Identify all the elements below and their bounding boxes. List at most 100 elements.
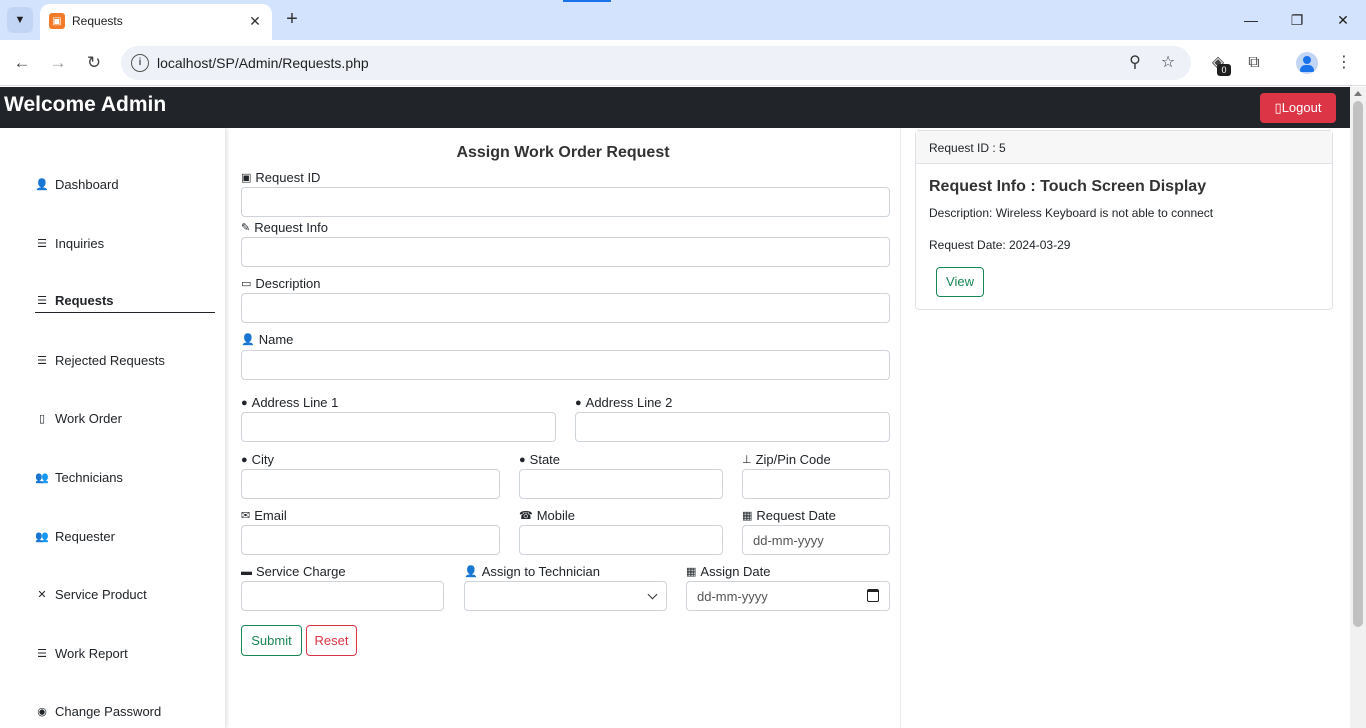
pencil-icon: ✎ bbox=[241, 222, 251, 234]
back-icon[interactable]: ← bbox=[10, 51, 34, 75]
sidebar-item-label: Requests bbox=[55, 293, 114, 308]
thumbtack-icon: ⊥ bbox=[742, 454, 752, 466]
sidebar-item-label: Service Product bbox=[55, 586, 147, 602]
card-title: Request Info : Touch Screen Display bbox=[929, 178, 1207, 195]
page-scrollbar[interactable] bbox=[1350, 87, 1366, 728]
tab-search-icon[interactable]: ▼ bbox=[7, 7, 33, 33]
mobile-input[interactable] bbox=[519, 525, 723, 555]
request-id-label: ▣ Request ID bbox=[241, 170, 321, 185]
name-input[interactable] bbox=[241, 350, 890, 380]
users-icon: 👥 bbox=[35, 471, 49, 484]
favicon-icon: ▣ bbox=[49, 13, 65, 29]
address-bar[interactable]: i localhost/SP/Admin/Requests.php ⚲ ☆ bbox=[121, 46, 1191, 80]
sidebar-item-dashboard[interactable]: 👤 Dashboard bbox=[35, 172, 215, 196]
new-tab-icon[interactable]: + bbox=[282, 8, 302, 30]
sidebar-item-label: Work Order bbox=[55, 410, 122, 426]
view-button[interactable]: View bbox=[936, 267, 984, 297]
map-marker-icon: ● bbox=[575, 396, 582, 409]
card-description: Description: Wireless Keyboard is not ab… bbox=[929, 206, 1214, 220]
menu-icon[interactable]: ⋮ bbox=[1332, 51, 1356, 75]
window-close-icon[interactable]: ✕ bbox=[1328, 8, 1358, 32]
sidebar-item-inquiries[interactable]: ☰ Inquiries bbox=[35, 231, 215, 255]
technician-select[interactable] bbox=[464, 581, 667, 611]
address1-label: ● Address Line 1 bbox=[241, 395, 339, 410]
submit-button[interactable]: Submit bbox=[241, 625, 302, 656]
sidebar-item-label: Dashboard bbox=[55, 176, 119, 192]
address1-input[interactable] bbox=[241, 412, 556, 442]
close-icon[interactable]: ✕ bbox=[246, 12, 264, 30]
user-icon: 👤 bbox=[241, 334, 255, 346]
zoom-icon[interactable]: ⚲ bbox=[1124, 52, 1146, 74]
assign-form: Assign Work Order Request ▣ Request ID ✎ R… bbox=[225, 128, 901, 728]
card-header: Request ID : 5 bbox=[916, 131, 1332, 164]
assign-date-label: ▦ Assign Date bbox=[686, 564, 771, 579]
envelope-icon: ✉ bbox=[241, 510, 251, 522]
user-icon: 👤 bbox=[35, 178, 49, 191]
logout-button[interactable]: ▯Logout bbox=[1260, 93, 1336, 123]
technician-label: 👤 Assign to Technician bbox=[464, 564, 600, 579]
calendar-picker-icon[interactable] bbox=[867, 589, 879, 602]
top-navbar: Welcome Admin ▯Logout bbox=[0, 87, 1350, 128]
description-input[interactable] bbox=[241, 293, 890, 323]
site-info-icon[interactable]: i bbox=[131, 54, 149, 72]
extension-badge: 0 bbox=[1217, 64, 1231, 76]
bookmark-star-icon[interactable]: ☆ bbox=[1157, 52, 1179, 74]
minimize-icon[interactable]: — bbox=[1236, 8, 1266, 32]
user-icon: 👤 bbox=[464, 566, 478, 578]
email-input[interactable] bbox=[241, 525, 500, 555]
calendar-icon: ▦ bbox=[742, 510, 753, 522]
sidebar-item-service-product[interactable]: ✕ Service Product bbox=[35, 582, 215, 606]
reset-button[interactable]: Reset bbox=[306, 625, 357, 656]
state-input[interactable] bbox=[519, 469, 723, 499]
scroll-up-icon[interactable] bbox=[1354, 91, 1362, 96]
sidebar-item-label: Work Report bbox=[55, 645, 128, 661]
assign-date-input[interactable]: dd-mm-yyyy bbox=[686, 581, 890, 611]
sidebar-item-work-report[interactable]: ☰ Work Report bbox=[35, 641, 215, 665]
description-label: ▭ Description bbox=[241, 276, 321, 291]
name-label: 👤 Name bbox=[241, 332, 294, 347]
sidebar-item-work-order[interactable]: ▯ Work Order bbox=[35, 406, 215, 430]
logout-icon: ▯ bbox=[1274, 100, 1282, 115]
sidebar-item-rejected-requests[interactable]: ☰ Rejected Requests bbox=[35, 348, 215, 372]
sidebar-item-label: Technicians bbox=[55, 469, 123, 485]
request-id-input[interactable] bbox=[241, 187, 890, 217]
user-group-icon: 👥 bbox=[35, 530, 49, 543]
url-text[interactable]: localhost/SP/Admin/Requests.php bbox=[157, 55, 369, 71]
tab-strip-indicator bbox=[563, 0, 611, 2]
puzzle-icon[interactable]: ⧉ bbox=[1242, 51, 1266, 75]
clipboard-icon: ▯ bbox=[38, 412, 46, 425]
forward-icon[interactable]: → bbox=[46, 51, 70, 75]
sidebar-item-change-password[interactable]: ◉ Change Password bbox=[35, 699, 215, 723]
service-charge-input[interactable] bbox=[241, 581, 444, 611]
request-date-input[interactable]: dd-mm-yyyy bbox=[742, 525, 890, 555]
scrollbar-thumb[interactable] bbox=[1353, 101, 1363, 627]
profile-icon[interactable] bbox=[1296, 52, 1318, 74]
sidebar-item-technicians[interactable]: 👥 Technicians bbox=[35, 465, 215, 489]
service-charge-label: ▬ Service Charge bbox=[241, 564, 346, 579]
comment-icon: ▭ bbox=[241, 278, 252, 290]
phone-icon: ☎ bbox=[519, 510, 533, 522]
sidebar-item-label: Rejected Requests bbox=[55, 352, 165, 368]
tab-title: Requests bbox=[72, 14, 123, 28]
state-label: ● State bbox=[519, 452, 561, 467]
request-date-label: ▦ Request Date bbox=[742, 508, 836, 523]
calendar-icon: ▦ bbox=[686, 566, 697, 578]
address2-input[interactable] bbox=[575, 412, 890, 442]
sidebar-item-requester[interactable]: 👥 Requester bbox=[35, 524, 215, 548]
browser-tab[interactable]: ▣ Requests ✕ bbox=[40, 4, 272, 40]
card-request-date: Request Date: 2024-03-29 bbox=[929, 238, 1071, 252]
assign-date-value: dd-mm-yyyy bbox=[697, 588, 768, 604]
map-marker-icon: ● bbox=[241, 396, 248, 409]
request-info-input[interactable] bbox=[241, 237, 890, 267]
reload-icon[interactable]: ↻ bbox=[82, 51, 106, 75]
zip-input[interactable] bbox=[742, 469, 890, 499]
sidebar-item-requests[interactable]: ☰ Requests bbox=[35, 289, 215, 313]
city-input[interactable] bbox=[241, 469, 500, 499]
list-icon: ☰ bbox=[37, 237, 47, 250]
money-icon: ▬ bbox=[241, 565, 252, 578]
maximize-icon[interactable]: ❐ bbox=[1282, 8, 1312, 32]
request-card: Request ID : 5 Request Info : Touch Scre… bbox=[915, 130, 1333, 310]
logout-label: Logout bbox=[1281, 100, 1322, 115]
zip-label: ⊥ Zip/Pin Code bbox=[742, 452, 831, 467]
sidebar-item-label: Requester bbox=[55, 528, 115, 544]
